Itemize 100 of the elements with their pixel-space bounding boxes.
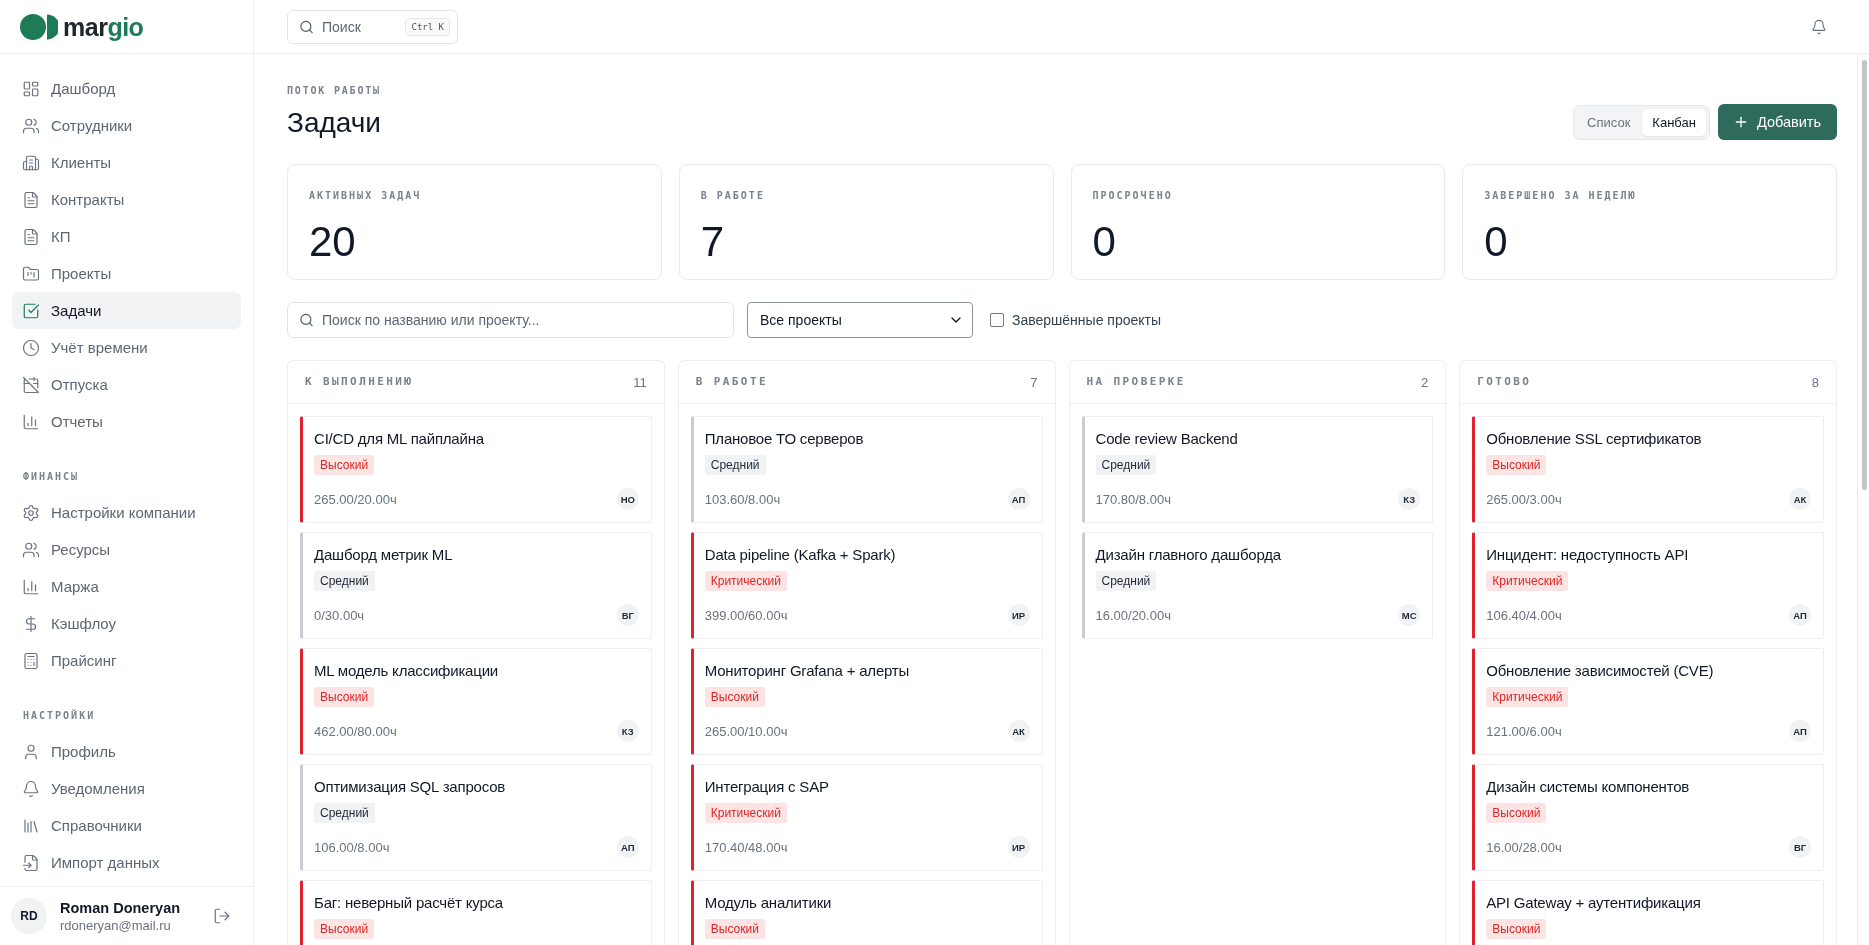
- logout-icon[interactable]: [213, 907, 231, 925]
- scrollbar-thumb[interactable]: [1862, 60, 1867, 490]
- file-arrow-icon: [22, 853, 40, 872]
- nav-item[interactable]: Отчеты: [12, 403, 241, 440]
- task-card[interactable]: Модуль аналитики Высокий: [690, 880, 1043, 945]
- nav-item[interactable]: Настройки компании: [12, 494, 241, 531]
- nav-item[interactable]: Прайсинг: [12, 642, 241, 679]
- nav-item[interactable]: Справочники: [12, 807, 241, 844]
- bell-icon[interactable]: [1811, 18, 1827, 35]
- nav-section-label: ФИНАНСЫ: [23, 470, 81, 484]
- task-card[interactable]: Баг: неверный расчёт курса Высокий: [300, 880, 652, 945]
- priority-badge: Высокий: [1486, 919, 1547, 939]
- search-icon: [299, 19, 314, 34]
- assignee-avatar: ВГ: [616, 604, 639, 626]
- nav-item[interactable]: КП: [12, 218, 241, 255]
- task-search-field[interactable]: Поиск по названию или проекту...: [287, 302, 734, 338]
- task-card[interactable]: Дашборд метрик ML Средний 0/30.00ч ВГ: [300, 532, 652, 639]
- task-hours: 16.00/20.00ч: [1095, 607, 1171, 623]
- column-count: 2: [1421, 374, 1429, 390]
- task-title: Обновление SSL сертификатов: [1486, 429, 1702, 449]
- checkbox-label[interactable]: Завершённые проекты: [1012, 312, 1161, 328]
- user-icon: [22, 742, 40, 761]
- task-hours: 103.60/8.00ч: [704, 491, 781, 507]
- nav-item[interactable]: Кэшфлоу: [12, 605, 241, 642]
- project-select[interactable]: Все проекты: [747, 302, 973, 338]
- task-card[interactable]: Мониторинг Grafana + алерты Высокий 265.00/10.00ч АК: [690, 648, 1043, 755]
- assignee-avatar: ВГ: [1789, 836, 1811, 858]
- task-title: Обновление зависимостей (CVE): [1486, 661, 1714, 681]
- view-tab[interactable]: Список: [1577, 108, 1641, 136]
- task-title: Оптимизация SQL запросов: [314, 777, 506, 797]
- nav-item[interactable]: Контракты: [12, 181, 241, 218]
- nav-item[interactable]: Уведомления: [12, 770, 241, 807]
- nav-item[interactable]: Задачи: [12, 292, 241, 329]
- nav-item[interactable]: Ресурсы: [12, 531, 241, 568]
- assignee-avatar: ИР: [1007, 836, 1030, 858]
- assignee-avatar: АК: [1007, 720, 1030, 742]
- priority-badge: Средний: [704, 455, 766, 475]
- nav-item[interactable]: Маржа: [12, 568, 241, 605]
- nav-item[interactable]: Дашборд: [12, 70, 241, 107]
- view-tab[interactable]: Канбан: [1642, 108, 1706, 136]
- page-eyebrow: ПОТОК РАБОТЫ: [287, 84, 381, 98]
- task-card[interactable]: Дизайн главного дашборда Средний 16.00/20.00ч МС: [1081, 532, 1434, 639]
- column-count: 11: [633, 374, 647, 390]
- task-hours: 399.00/60.00ч: [704, 607, 788, 623]
- nav-section-label: НАСТРОЙКИ: [23, 709, 97, 723]
- nav-item[interactable]: Клиенты: [12, 144, 241, 181]
- stat-value: 20: [309, 218, 356, 266]
- nav-item[interactable]: Проекты: [12, 255, 241, 292]
- task-hours: 170.80/8.00ч: [1095, 491, 1171, 507]
- assignee-avatar: АП: [1007, 488, 1030, 510]
- stat-label: В РАБОТЕ: [700, 189, 765, 203]
- stat-label: ПРОСРОЧЕНО: [1092, 189, 1173, 203]
- task-title: Дизайн системы компонентов: [1486, 777, 1690, 797]
- task-card[interactable]: Code review Backend Средний 170.80/8.00ч КЗ: [1081, 416, 1434, 523]
- people-icon: [22, 116, 40, 135]
- task-hours: 265.00/20.00ч: [314, 491, 397, 507]
- task-hours: 0/30.00ч: [314, 607, 365, 623]
- task-card[interactable]: Data pipeline (Kafka + Spark) Критический 399.00/60.00ч ИР: [690, 532, 1043, 639]
- assignee-avatar: КЗ: [616, 720, 639, 742]
- search-icon: [299, 312, 314, 328]
- column-title: НА ПРОВЕРКЕ: [1086, 375, 1186, 389]
- task-hours: 106.00/8.00ч: [314, 839, 390, 855]
- nav-item[interactable]: Учёт времени: [12, 329, 241, 366]
- completed-projects-checkbox[interactable]: [990, 313, 1004, 327]
- logo-wordmark: margio: [63, 11, 144, 42]
- task-title: Дашборд метрик ML: [314, 545, 453, 565]
- nav-item[interactable]: Сотрудники: [12, 107, 241, 144]
- task-card[interactable]: Оптимизация SQL запросов Средний 106.00/8.00ч АП: [300, 764, 652, 871]
- checked-square-icon: [22, 301, 40, 320]
- priority-badge: Высокий: [314, 455, 375, 475]
- task-card[interactable]: Плановое ТО серверов Средний 103.60/8.00ч АП: [690, 416, 1043, 523]
- task-card[interactable]: API Gateway + аутентификация Высокий: [1472, 880, 1824, 945]
- priority-badge: Средний: [1095, 455, 1157, 475]
- priority-badge: Высокий: [314, 687, 375, 707]
- nav-item[interactable]: Импорт данных: [12, 844, 241, 881]
- task-title: Мониторинг Grafana + алерты: [704, 661, 910, 681]
- folder-icon: [22, 264, 40, 283]
- task-card[interactable]: ML модель классификации Высокий 462.00/80.00ч КЗ: [300, 648, 652, 755]
- priority-badge: Высокий: [1486, 803, 1547, 823]
- priority-badge: Критический: [1486, 571, 1569, 591]
- task-card[interactable]: Обновление зависимостей (CVE) Критический 121.00/6.00ч АП: [1472, 648, 1824, 755]
- nav-item[interactable]: Отпуска: [12, 366, 241, 403]
- calculator-icon: [22, 651, 40, 670]
- task-card[interactable]: Дизайн системы компонентов Высокий 16.00/28.00ч ВГ: [1472, 764, 1824, 871]
- task-hours: 265.00/3.00ч: [1486, 491, 1562, 507]
- task-card[interactable]: Обновление SSL сертификатов Высокий 265.00/3.00ч АК: [1472, 416, 1824, 523]
- priority-badge: Высокий: [314, 919, 375, 939]
- nav-item[interactable]: Профиль: [12, 733, 241, 770]
- task-hours: 462.00/80.00ч: [314, 723, 397, 739]
- add-button[interactable]: Добавить: [1717, 104, 1837, 140]
- task-title: ML модель классификации: [314, 661, 498, 681]
- page-title: Задачи: [287, 106, 381, 140]
- user-avatar: RD: [11, 898, 47, 934]
- bell-icon: [22, 779, 40, 798]
- task-card[interactable]: Инцидент: недоступность API Критический 106.40/4.00ч АП: [1472, 532, 1824, 639]
- assignee-avatar: АП: [616, 836, 639, 858]
- priority-badge: Высокий: [1486, 455, 1547, 475]
- task-card[interactable]: CI/CD для ML пайплайна Высокий 265.00/20.00ч НО: [300, 416, 652, 523]
- stat-label: АКТИВНЫХ ЗАДАЧ: [309, 189, 422, 203]
- task-card[interactable]: Интеграция с SAP Критический 170.40/48.00ч ИР: [690, 764, 1043, 871]
